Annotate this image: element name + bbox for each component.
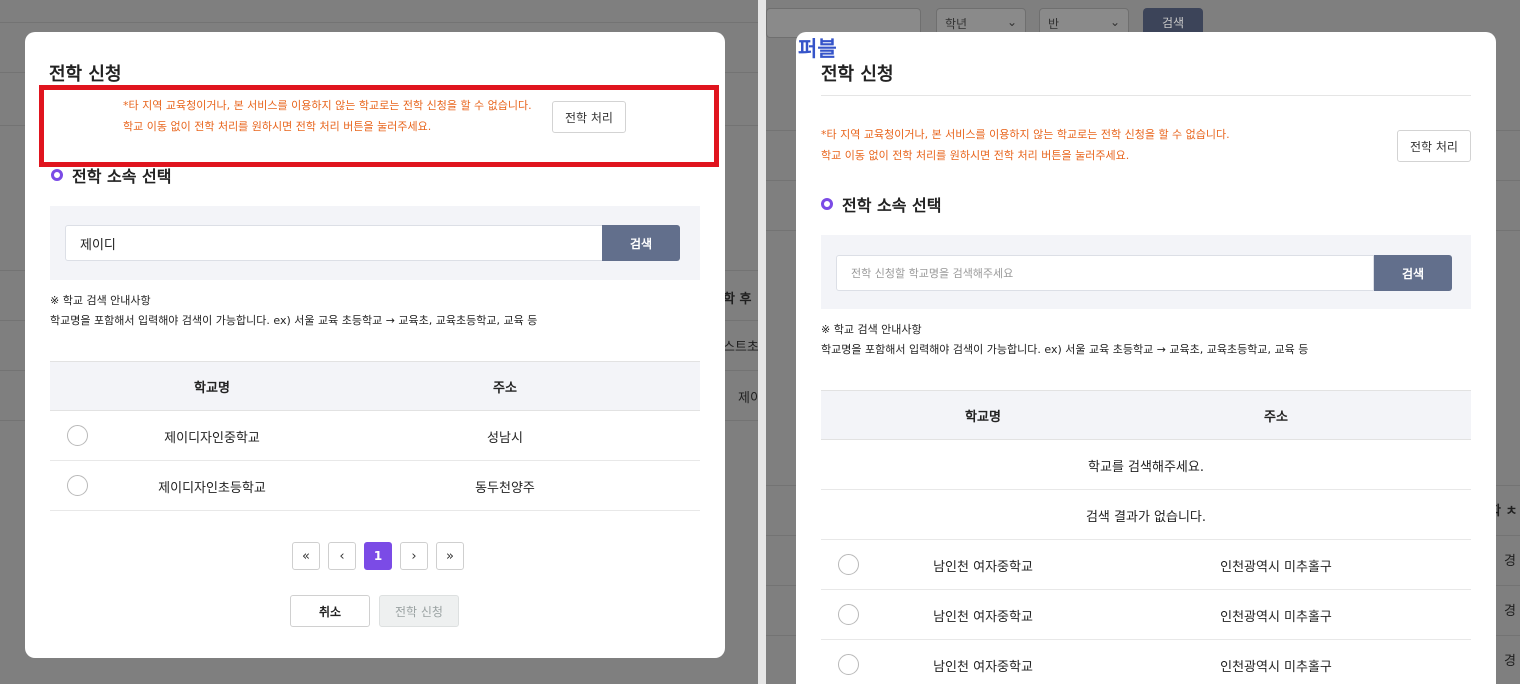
column-school-name: 학교명 <box>965 410 1001 425</box>
table-message-row: 학교를 검색해주세요. <box>821 440 1471 490</box>
select-radio[interactable] <box>838 604 859 625</box>
notice-line-2: 학교 이동 없이 전학 처리를 원하시면 전학 처리 버튼을 눌러주세요. <box>821 149 1130 162</box>
class-select-label: 반 <box>1048 17 1060 31</box>
school-address: 성남시 <box>487 431 523 446</box>
prev-page-button[interactable]: ‹ <box>328 542 356 570</box>
school-name: 남인천 여자중학교 <box>933 610 1033 625</box>
modal-title: 전학 신청 <box>49 64 122 85</box>
school-name: 남인천 여자중학교 <box>933 560 1033 575</box>
school-name: 제이디자인중학교 <box>164 431 260 446</box>
pagination: « ‹ 1 › » <box>292 542 464 570</box>
cancel-button[interactable]: 취소 <box>290 595 370 627</box>
first-page-button[interactable]: « <box>292 542 320 570</box>
guide-title: ※ 학교 검색 안내사항 <box>821 323 922 336</box>
section-header: 전학 소속 선택 <box>821 192 941 216</box>
modal-title: 전학 신청 <box>821 64 894 85</box>
school-search-input[interactable]: 전학 신청할 학교명을 검색해주세요 <box>836 255 1374 291</box>
school-address: 인천광역시 미추홀구 <box>1220 560 1332 575</box>
background-cell-peek: 제이 <box>738 391 758 406</box>
school-name: 남인천 여자중학교 <box>933 660 1033 675</box>
background-cell-peek: 경 <box>1504 604 1516 619</box>
guide-text: 학교명을 포함해서 입력해야 검색이 가능합니다. ex) 서울 교육 초등학교… <box>821 343 1309 356</box>
no-result-message: 검색 결과가 없습니다. <box>1085 510 1207 525</box>
search-panel: 제이디 검색 <box>50 206 700 280</box>
transfer-submit-button[interactable]: 전학 신청 <box>379 595 459 627</box>
search-panel: 전학 신청할 학교명을 검색해주세요 검색 <box>821 235 1471 309</box>
grade-select-label: 학년 <box>945 17 968 31</box>
school-address: 동두천양주 <box>475 481 535 496</box>
column-address: 주소 <box>1264 410 1288 425</box>
table-row[interactable]: 제이디자인중학교 성남시 <box>50 411 700 461</box>
table-header: 학교명 주소 <box>50 361 700 411</box>
select-radio[interactable] <box>67 425 88 446</box>
school-table: 학교명 주소 제이디자인중학교 성남시 제이디자인초등학교 동두천양주 <box>50 361 700 512</box>
search-button[interactable]: 검색 <box>602 225 680 261</box>
last-page-button[interactable]: » <box>436 542 464 570</box>
guide-title: ※ 학교 검색 안내사항 <box>50 294 151 307</box>
title-divider <box>821 95 1471 96</box>
school-name: 제이디자인초등학교 <box>158 481 266 496</box>
notice-text: *타 지역 교육청이거나, 본 서비스를 이용하지 않는 학교로는 전학 신청을… <box>821 124 1230 166</box>
table-row[interactable]: 남인천 여자중학교 인천광역시 미추홀구 <box>821 640 1471 684</box>
school-table: 학교명 주소 학교를 검색해주세요. 검색 결과가 없습니다. 남인천 여자중학… <box>821 390 1471 684</box>
split-divider <box>758 0 766 684</box>
background-cell-peek: 경 <box>1504 554 1516 569</box>
transfer-process-button[interactable]: 전학 처리 <box>1397 130 1471 162</box>
select-radio[interactable] <box>67 475 88 496</box>
table-row[interactable]: 남인천 여자중학교 인천광역시 미추홀구 <box>821 540 1471 590</box>
table-row[interactable]: 제이디자인초등학교 동두천양주 <box>50 461 700 511</box>
notice-line-1: *타 지역 교육청이거나, 본 서비스를 이용하지 않는 학교로는 전학 신청을… <box>821 128 1230 141</box>
section-label: 전학 소속 선택 <box>842 196 942 215</box>
guide-text: 학교명을 포함해서 입력해야 검색이 가능합니다. ex) 서울 교육 초등학교… <box>50 314 538 327</box>
search-button[interactable]: 검색 <box>1374 255 1452 291</box>
next-page-button[interactable]: › <box>400 542 428 570</box>
chevron-down-icon: ⌄ <box>1109 15 1120 29</box>
right-panel-background: 학년 ⌄ 반 ⌄ 검색 학 ㅊ 경 경 경 전학 신청 *타 지역 교육청이거나… <box>766 0 1520 684</box>
table-message-row: 검색 결과가 없습니다. <box>821 490 1471 540</box>
select-radio[interactable] <box>838 554 859 575</box>
transfer-modal-publish: 전학 신청 *타 지역 교육청이거나, 본 서비스를 이용하지 않는 학교로는 … <box>796 32 1496 684</box>
school-search-input[interactable]: 제이디 <box>65 225 603 261</box>
table-header: 학교명 주소 <box>821 390 1471 440</box>
school-address: 인천광역시 미추홀구 <box>1220 610 1332 625</box>
table-row[interactable]: 남인천 여자중학교 인천광역시 미추홀구 <box>821 590 1471 640</box>
chevron-down-icon: ⌄ <box>1006 15 1017 29</box>
background-divider <box>0 22 758 23</box>
background-cell-peek: 경 <box>1504 654 1516 669</box>
column-address: 주소 <box>493 381 517 396</box>
page-1-button[interactable]: 1 <box>364 542 392 570</box>
select-radio[interactable] <box>838 654 859 675</box>
school-address: 인천광역시 미추홀구 <box>1220 660 1332 675</box>
bullet-circle-icon <box>51 169 63 181</box>
column-school-name: 학교명 <box>194 381 230 396</box>
bullet-circle-icon <box>821 198 833 210</box>
background-header-peek: 학 후 <box>723 292 752 307</box>
background-cell-peek: 스트초 <box>723 340 758 355</box>
publish-label: 퍼블 <box>798 38 837 61</box>
highlight-box <box>39 85 719 167</box>
search-prompt-message: 학교를 검색해주세요. <box>1088 460 1204 475</box>
